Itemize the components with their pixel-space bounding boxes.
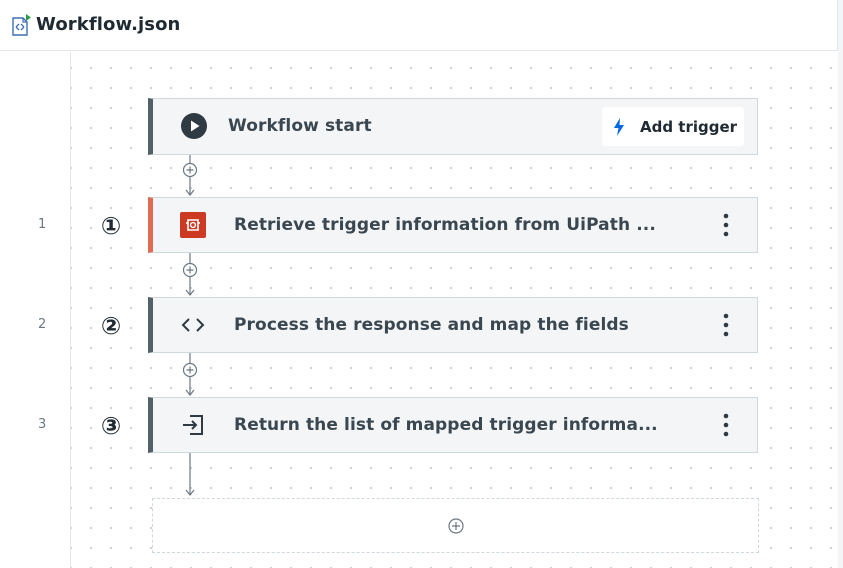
step-marker: ② [100, 312, 122, 340]
line-number: 3 [38, 417, 47, 432]
workflow-start-node[interactable]: Workflow start Add trigger [148, 98, 758, 155]
workflow-start-label: Workflow start [228, 116, 372, 136]
step-marker: ① [100, 212, 122, 240]
play-icon [180, 112, 208, 140]
return-icon [179, 411, 207, 439]
step-node-return-list[interactable]: Return the list of mapped trigger inform… [148, 397, 758, 453]
more-options-icon[interactable] [719, 412, 733, 438]
connector [180, 253, 200, 297]
connector [180, 453, 200, 498]
step-node-process-response[interactable]: Process the response and map the fields [148, 297, 758, 353]
step-label: Retrieve trigger information from UiPath… [234, 215, 656, 235]
step-label: Return the list of mapped trigger inform… [234, 415, 658, 435]
step-label: Process the response and map the fields [234, 315, 629, 335]
step-node-retrieve-trigger[interactable]: Retrieve trigger information from UiPath… [148, 197, 758, 253]
lightning-icon [612, 118, 626, 136]
add-trigger-label: Add trigger [640, 118, 738, 136]
more-options-icon[interactable] [719, 212, 733, 238]
add-step-plus-icon[interactable] [180, 163, 200, 179]
line-number: 2 [38, 317, 47, 332]
connector [180, 353, 200, 397]
more-options-icon[interactable] [719, 312, 733, 338]
step-marker: ③ [100, 412, 122, 440]
vertical-scrollbar[interactable] [838, 0, 843, 568]
editor-header: Workflow.json [0, 0, 838, 51]
file-title: Workflow.json [36, 14, 181, 35]
line-number-gutter: 1 2 3 [0, 52, 71, 568]
json-file-icon [10, 14, 32, 38]
line-number: 1 [38, 217, 47, 232]
add-step-dropzone[interactable] [152, 498, 759, 553]
add-step-plus-icon[interactable] [447, 517, 465, 535]
code-icon [179, 311, 207, 339]
uipath-connector-icon [179, 211, 207, 239]
add-trigger-button[interactable]: Add trigger [602, 107, 744, 146]
